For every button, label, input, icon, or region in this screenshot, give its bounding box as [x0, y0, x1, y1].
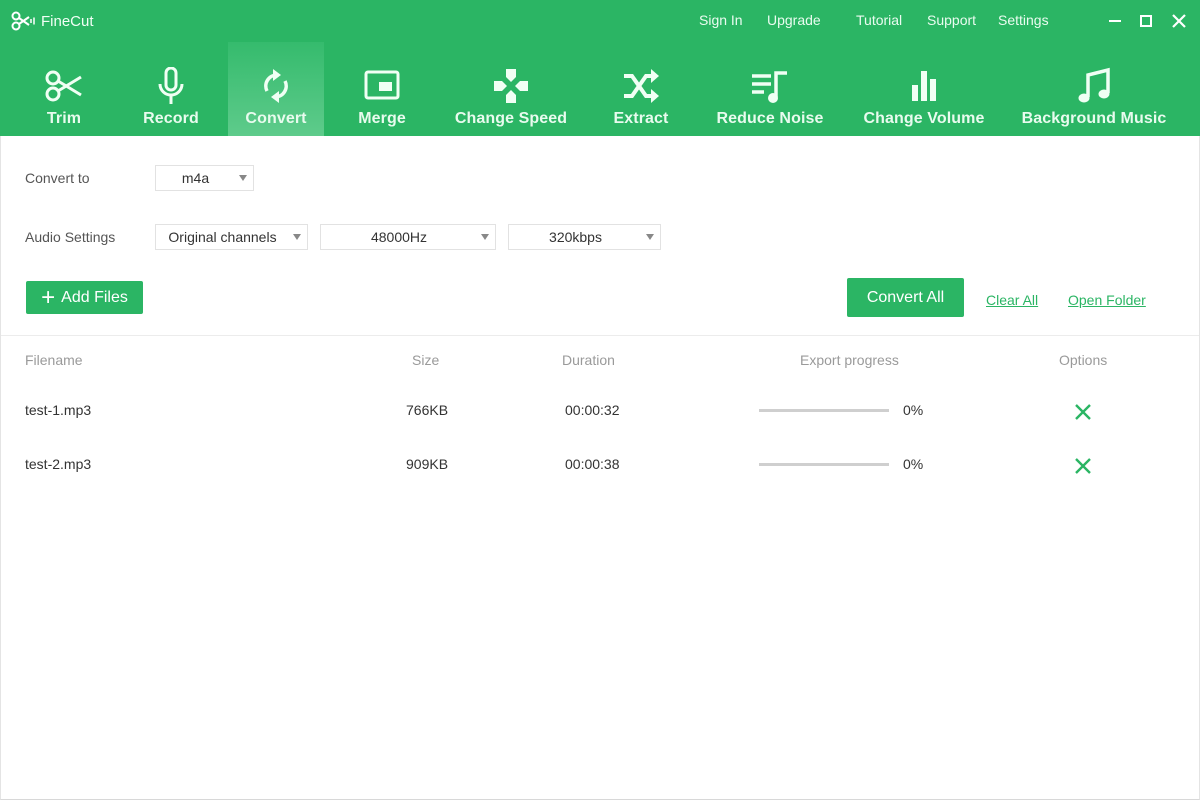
size-cell: 909KB: [406, 456, 449, 472]
scissors-icon: [45, 70, 82, 102]
convert-to-label: Convert to: [25, 170, 90, 186]
tool-trim[interactable]: Trim: [20, 42, 108, 136]
tool-label: Convert: [245, 110, 307, 127]
chevron-down-icon: [293, 234, 301, 240]
sample-rate-value: 48000Hz: [370, 229, 428, 245]
progress-bar: [759, 409, 889, 412]
upgrade-link[interactable]: Upgrade: [767, 12, 821, 28]
chevron-down-icon: [239, 175, 247, 181]
convert-arrows-icon: [264, 69, 288, 103]
remove-file-button[interactable]: [1072, 455, 1094, 477]
column-header-size: Size: [412, 352, 440, 368]
close-icon: [1075, 404, 1091, 420]
channels-value: Original channels: [168, 229, 277, 245]
microphone-icon: [158, 67, 184, 104]
column-header-filename: Filename: [25, 352, 83, 368]
tool-label: Background Music: [1021, 110, 1167, 127]
tool-label: Merge: [358, 110, 406, 127]
tool-reduce-noise[interactable]: Reduce Noise: [710, 42, 830, 136]
filename-cell: test-2.mp3: [25, 456, 92, 472]
column-header-duration: Duration: [562, 352, 615, 368]
convert-all-label: Convert All: [866, 288, 945, 306]
duration-cell: 00:00:32: [565, 402, 620, 418]
chevron-down-icon: [481, 234, 489, 240]
tutorial-link[interactable]: Tutorial: [856, 12, 902, 28]
merge-window-icon: [364, 70, 400, 100]
column-header-export-progress: Export progress: [800, 352, 899, 368]
tool-background-music[interactable]: Background Music: [1014, 42, 1174, 136]
tool-convert[interactable]: Convert: [228, 42, 324, 136]
close-icon: [1075, 458, 1091, 474]
minimize-icon: [1109, 20, 1121, 22]
convert-panel: Convert to m4a Audio Settings Original c…: [0, 136, 1200, 800]
filename-cell: test-1.mp3: [25, 402, 92, 418]
tool-extract[interactable]: Extract: [600, 42, 682, 136]
open-folder-link[interactable]: Open Folder: [1068, 292, 1146, 308]
sign-in-link[interactable]: Sign In: [699, 12, 743, 28]
maximize-icon: [1140, 15, 1152, 27]
convert-all-button[interactable]: Convert All: [847, 278, 964, 317]
tool-label: Reduce Noise: [716, 110, 824, 127]
tool-label: Record: [143, 110, 199, 127]
tool-label: Trim: [46, 110, 82, 127]
channels-select[interactable]: Original channels: [155, 224, 308, 250]
close-icon: [1172, 14, 1186, 28]
tool-change-speed[interactable]: Change Speed: [448, 42, 574, 136]
tool-label: Extract: [613, 110, 669, 127]
bitrate-select[interactable]: 320kbps: [508, 224, 661, 250]
shuffle-icon: [624, 69, 659, 103]
add-files-button[interactable]: + Add Files: [26, 281, 143, 314]
tool-record[interactable]: Record: [128, 42, 214, 136]
top-nav: Sign In Upgrade Tutorial Support Setting…: [0, 12, 1200, 32]
dpad-icon: [494, 69, 528, 103]
minimize-button[interactable]: [1104, 10, 1126, 32]
tool-label: Change Volume: [863, 110, 985, 127]
divider: [1, 335, 1199, 336]
format-value: m4a: [181, 170, 210, 186]
playlist-music-icon: [752, 71, 787, 103]
column-header-options: Options: [1059, 352, 1108, 368]
size-cell: 766KB: [406, 402, 449, 418]
tool-label: Change Speed: [454, 110, 568, 127]
music-note-icon: [1078, 67, 1110, 103]
bitrate-value: 320kbps: [549, 229, 602, 245]
progress-bar: [759, 463, 889, 466]
app-header: FineCut Sign In Upgrade Tutorial Support…: [0, 0, 1200, 136]
remove-file-button[interactable]: [1072, 401, 1094, 423]
progress-text: 0%: [903, 456, 924, 472]
format-select[interactable]: m4a: [155, 165, 254, 191]
bar-chart-icon: [912, 71, 936, 101]
clear-all-link[interactable]: Clear All: [986, 292, 1038, 308]
maximize-button[interactable]: [1135, 10, 1157, 32]
sample-rate-select[interactable]: 48000Hz: [320, 224, 496, 250]
duration-cell: 00:00:38: [565, 456, 620, 472]
settings-link[interactable]: Settings: [998, 12, 1049, 28]
close-button[interactable]: [1168, 10, 1190, 32]
tool-merge[interactable]: Merge: [340, 42, 424, 136]
audio-settings-label: Audio Settings: [25, 229, 116, 245]
add-files-label: Add Files: [61, 288, 128, 306]
chevron-down-icon: [646, 234, 654, 240]
support-link[interactable]: Support: [927, 12, 976, 28]
tool-bar: Trim Record Convert Merge Change Speed E…: [0, 42, 1200, 136]
plus-icon: +: [41, 283, 56, 311]
progress-text: 0%: [903, 402, 924, 418]
tool-change-volume[interactable]: Change Volume: [856, 42, 992, 136]
